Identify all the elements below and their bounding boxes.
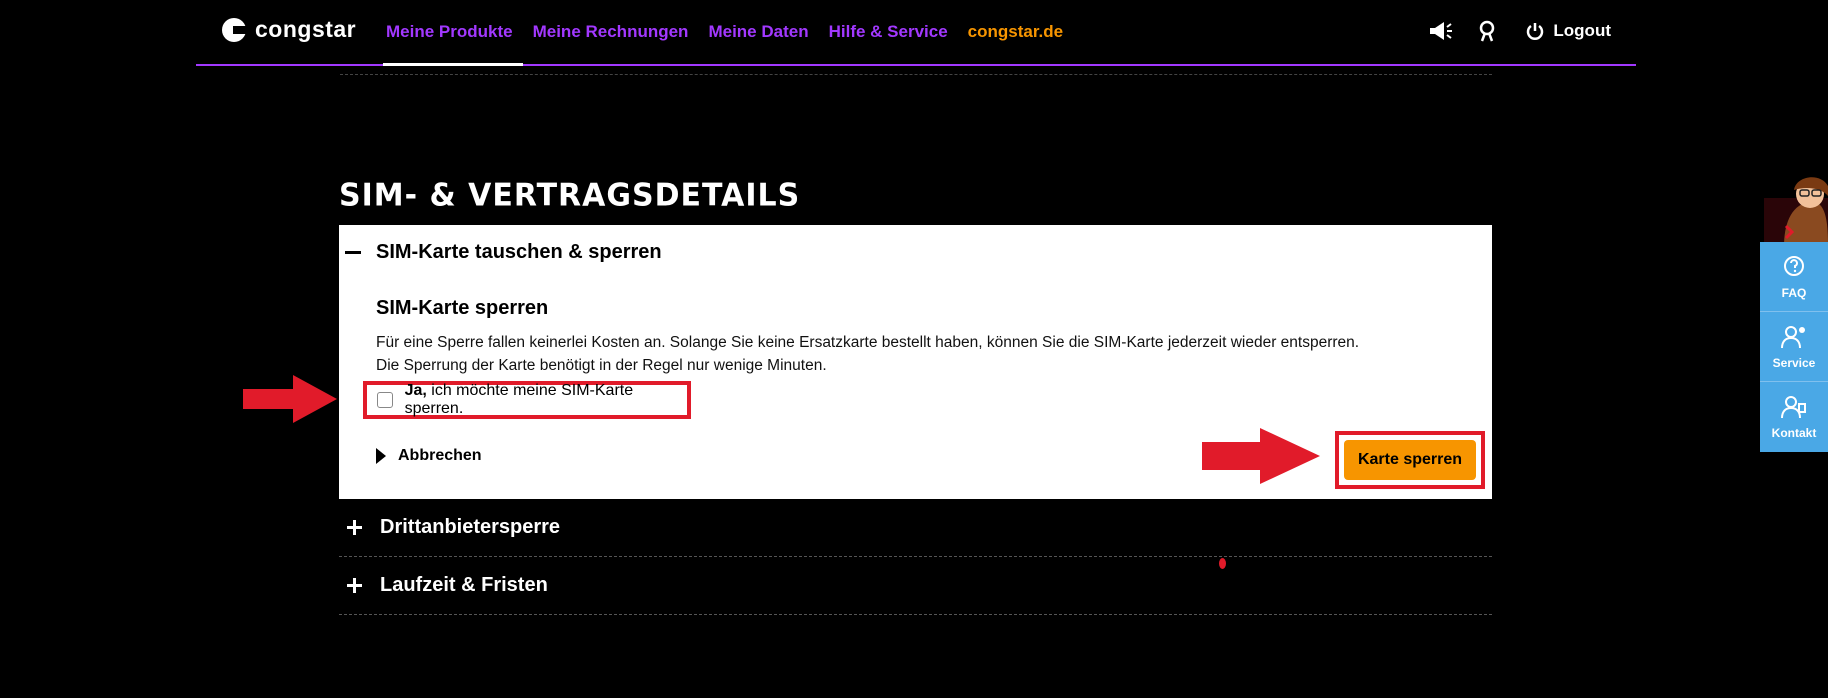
annotation-arrow-icon	[1202, 428, 1320, 484]
logout-label: Logout	[1553, 21, 1611, 40]
assistant-avatar-icon[interactable]	[1764, 168, 1828, 246]
checkbox-label-bold: Ja,	[404, 382, 427, 399]
accordion-header-sim-karte[interactable]: SIM-Karte tauschen & sperren	[345, 241, 662, 264]
accordion-label: Laufzeit & Fristen	[380, 574, 548, 596]
nav-congstar-de[interactable]: congstar.de	[968, 0, 1063, 64]
side-faq-button[interactable]: FAQ	[1760, 242, 1828, 312]
side-widget: FAQ Service Kontakt	[1760, 242, 1828, 452]
top-header: congstar Meine Produkte Meine Rechnungen…	[196, 0, 1636, 66]
panel-subtitle: SIM-Karte sperren	[376, 297, 549, 319]
plus-icon	[345, 575, 367, 597]
section-title: SIM- & VERTRAGSDETAILS	[339, 177, 801, 214]
nav-hilfe-service[interactable]: Hilfe & Service	[829, 0, 948, 64]
power-icon	[1527, 23, 1544, 40]
header-tools: Logout	[1409, 0, 1611, 62]
description-line: Für eine Sperre fallen keinerlei Kosten …	[376, 334, 1360, 351]
accordion-label: Drittanbietersperre	[380, 516, 561, 538]
divider	[340, 74, 1492, 75]
red-dot	[1219, 558, 1226, 569]
logout-button[interactable]: Logout	[1525, 21, 1611, 41]
faq-icon	[1784, 255, 1804, 276]
side-item-label: Kontakt	[1771, 426, 1817, 440]
accordion-laufzeit-fristen[interactable]: Laufzeit & Fristen	[339, 557, 1492, 615]
side-contact-button[interactable]: Kontakt	[1760, 382, 1828, 452]
panel-title: SIM-Karte tauschen & sperren	[376, 241, 662, 263]
contact-icon	[1781, 396, 1806, 419]
caret-right-icon	[376, 448, 386, 464]
service-icon	[1781, 325, 1805, 348]
logo-text: congstar	[255, 16, 357, 42]
plus-icon	[345, 517, 367, 539]
side-item-label: FAQ	[1781, 285, 1807, 300]
nav-meine-produkte[interactable]: Meine Produkte	[383, 0, 523, 66]
side-service-button[interactable]: Service	[1760, 312, 1828, 382]
congstar-logo[interactable]: congstar	[222, 16, 356, 43]
confirm-checkbox[interactable]	[377, 392, 393, 408]
panel-description: Für eine Sperre fallen keinerlei Kosten …	[376, 331, 1359, 377]
checkbox-label: Ja, ich möchte meine SIM-Karte sperren.	[405, 382, 687, 418]
logo-mark-icon	[222, 17, 247, 42]
annotation-arrow-icon	[243, 375, 337, 423]
main-nav: Meine Produkte Meine Rechnungen Meine Da…	[383, 0, 1083, 66]
minus-icon	[345, 251, 361, 254]
user-icon[interactable]	[1473, 17, 1501, 45]
description-line: Die Sperrung der Karte benötigt in der R…	[376, 357, 827, 374]
nav-meine-daten[interactable]: Meine Daten	[708, 0, 808, 64]
megaphone-icon[interactable]	[1427, 17, 1455, 45]
confirm-checkbox-row[interactable]: Ja, ich möchte meine SIM-Karte sperren.	[363, 381, 691, 419]
accordion-drittanbietersperre[interactable]: Drittanbietersperre	[339, 499, 1492, 557]
karte-sperren-button[interactable]: Karte sperren	[1344, 440, 1476, 480]
highlight-frame: Karte sperren	[1335, 431, 1485, 489]
checkbox-label-text: ich möchte meine SIM-Karte sperren.	[404, 382, 634, 417]
nav-meine-rechnungen[interactable]: Meine Rechnungen	[533, 0, 689, 64]
cancel-label: Abbrechen	[398, 447, 482, 464]
cancel-link[interactable]: Abbrechen	[376, 447, 482, 465]
side-item-label: Service	[1772, 355, 1816, 370]
